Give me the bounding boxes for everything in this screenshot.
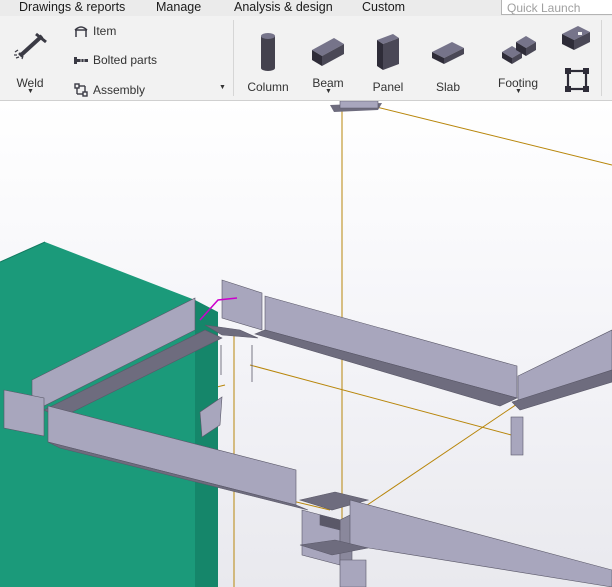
weld-dropdown-icon[interactable]: ▼: [27, 88, 34, 95]
ribbon: Weld ▼ Item Bolted parts Assembly ▼ Colu…: [0, 16, 612, 101]
column-label: Column: [247, 80, 289, 94]
model-view[interactable]: [0, 101, 612, 587]
item-icon: [74, 26, 88, 37]
assembly-label: Assembly: [93, 83, 146, 97]
bolted-parts-icon: [74, 57, 88, 64]
stiffener-plate[interactable]: [510, 416, 524, 456]
menu-bar: Drawings & reports Manage Analysis & des…: [0, 0, 612, 16]
footing-icon: [502, 36, 536, 64]
angle-beam-right[interactable]: [511, 329, 612, 411]
footing-dropdown-icon[interactable]: ▼: [515, 88, 522, 95]
footing-button[interactable]: Footing ▼: [494, 16, 542, 100]
beam-icon: [312, 38, 344, 66]
angle-beam-middle[interactable]: [254, 295, 518, 407]
assembly-icon: [74, 83, 88, 97]
slab-icon: [432, 42, 464, 64]
weld-icon: [14, 32, 47, 60]
quick-launch-input[interactable]: [502, 0, 612, 16]
model-view-canvas: [0, 101, 612, 587]
slab-label: Slab: [435, 80, 461, 94]
end-plate-left[interactable]: [3, 389, 45, 437]
group-expand-icon[interactable]: ▼: [219, 84, 226, 91]
menu-manage[interactable]: Manage: [156, 0, 201, 14]
column-icon: [261, 33, 275, 71]
panel-label: Panel: [372, 80, 404, 94]
beam-button[interactable]: Beam ▼: [304, 16, 352, 100]
menu-drawings-reports[interactable]: Drawings & reports: [19, 0, 125, 14]
quick-launch-box: [501, 0, 612, 16]
item-label: Item: [93, 24, 117, 38]
bolted-parts-label: Bolted parts: [93, 53, 158, 67]
panel-button[interactable]: Panel: [364, 16, 412, 100]
menu-custom[interactable]: Custom: [362, 0, 405, 14]
weld-button[interactable]: Weld ▼: [6, 16, 54, 100]
column-button[interactable]: Column: [244, 16, 292, 100]
group-separator: [233, 20, 234, 96]
panel-icon: [377, 34, 399, 70]
slab-button[interactable]: Slab: [424, 16, 472, 100]
beam-dropdown-icon[interactable]: ▼: [325, 88, 332, 95]
menu-analysis-design[interactable]: Analysis & design: [234, 0, 333, 14]
top-plate[interactable]: [330, 101, 382, 112]
group-separator: [601, 20, 602, 96]
concrete-item-icon[interactable]: [560, 24, 592, 52]
grid-select-icon[interactable]: [563, 66, 591, 94]
column-connection[interactable]: [298, 491, 612, 587]
